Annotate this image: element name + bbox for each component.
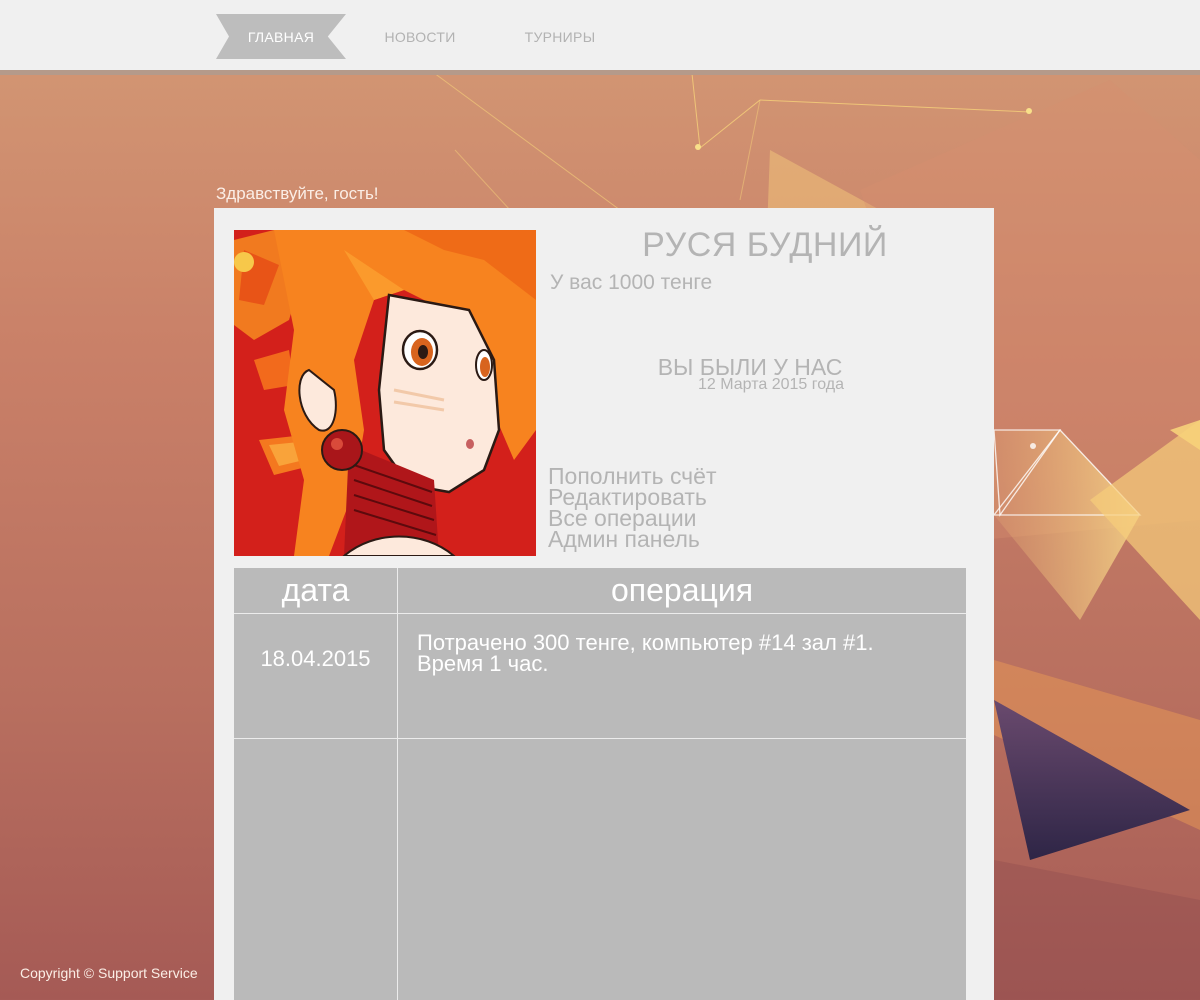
nav-tab-tournaments[interactable]: ТУРНИРЫ: [510, 14, 610, 59]
operation-date-cell: 18.04.2015: [234, 613, 398, 739]
menu-item-admin-panel[interactable]: Админ панель: [548, 528, 717, 551]
table-row-empty: [234, 738, 967, 1000]
empty-date-cell: [234, 738, 398, 1000]
user-name-heading: РУСЯ БУДНИЙ: [642, 226, 888, 264]
table-row: 18.04.2015 Потрачено 300 тенге, компьюте…: [234, 613, 966, 739]
balance-text: У вас 1000 тенге: [550, 271, 713, 294]
footer-copyright: Copyright © Support Service: [20, 965, 198, 981]
profile-panel: РУСЯ БУДНИЙ У вас 1000 тенге ВЫ БЫЛИ У Н…: [214, 208, 994, 1000]
avatar: [234, 230, 536, 556]
top-navigation-bar: ГЛАВНАЯ НОВОСТИ ТУРНИРЫ: [0, 0, 1200, 75]
avatar-illustration: [234, 230, 536, 556]
column-header-operation: операция: [397, 568, 966, 614]
column-header-date: дата: [234, 568, 398, 614]
operations-table: дата операция 18.04.2015 Потрачено 300 т…: [234, 568, 966, 1000]
operation-description-cell: Потрачено 300 тенге, компьютер #14 зал #…: [397, 613, 966, 739]
empty-operation-cell: [398, 739, 967, 1000]
operation-description-line: Время 1 час.: [417, 651, 549, 676]
greeting-text: Здравствуйте, гость!: [216, 184, 379, 203]
account-menu: Пополнить счёт Редактировать Все операци…: [548, 465, 717, 551]
table-header-row: дата операция: [234, 568, 966, 614]
nav-tab-news[interactable]: НОВОСТИ: [370, 14, 470, 59]
nav-tab-home[interactable]: ГЛАВНАЯ: [216, 14, 346, 59]
last-visit-date: 12 Марта 2015 года: [698, 376, 844, 393]
